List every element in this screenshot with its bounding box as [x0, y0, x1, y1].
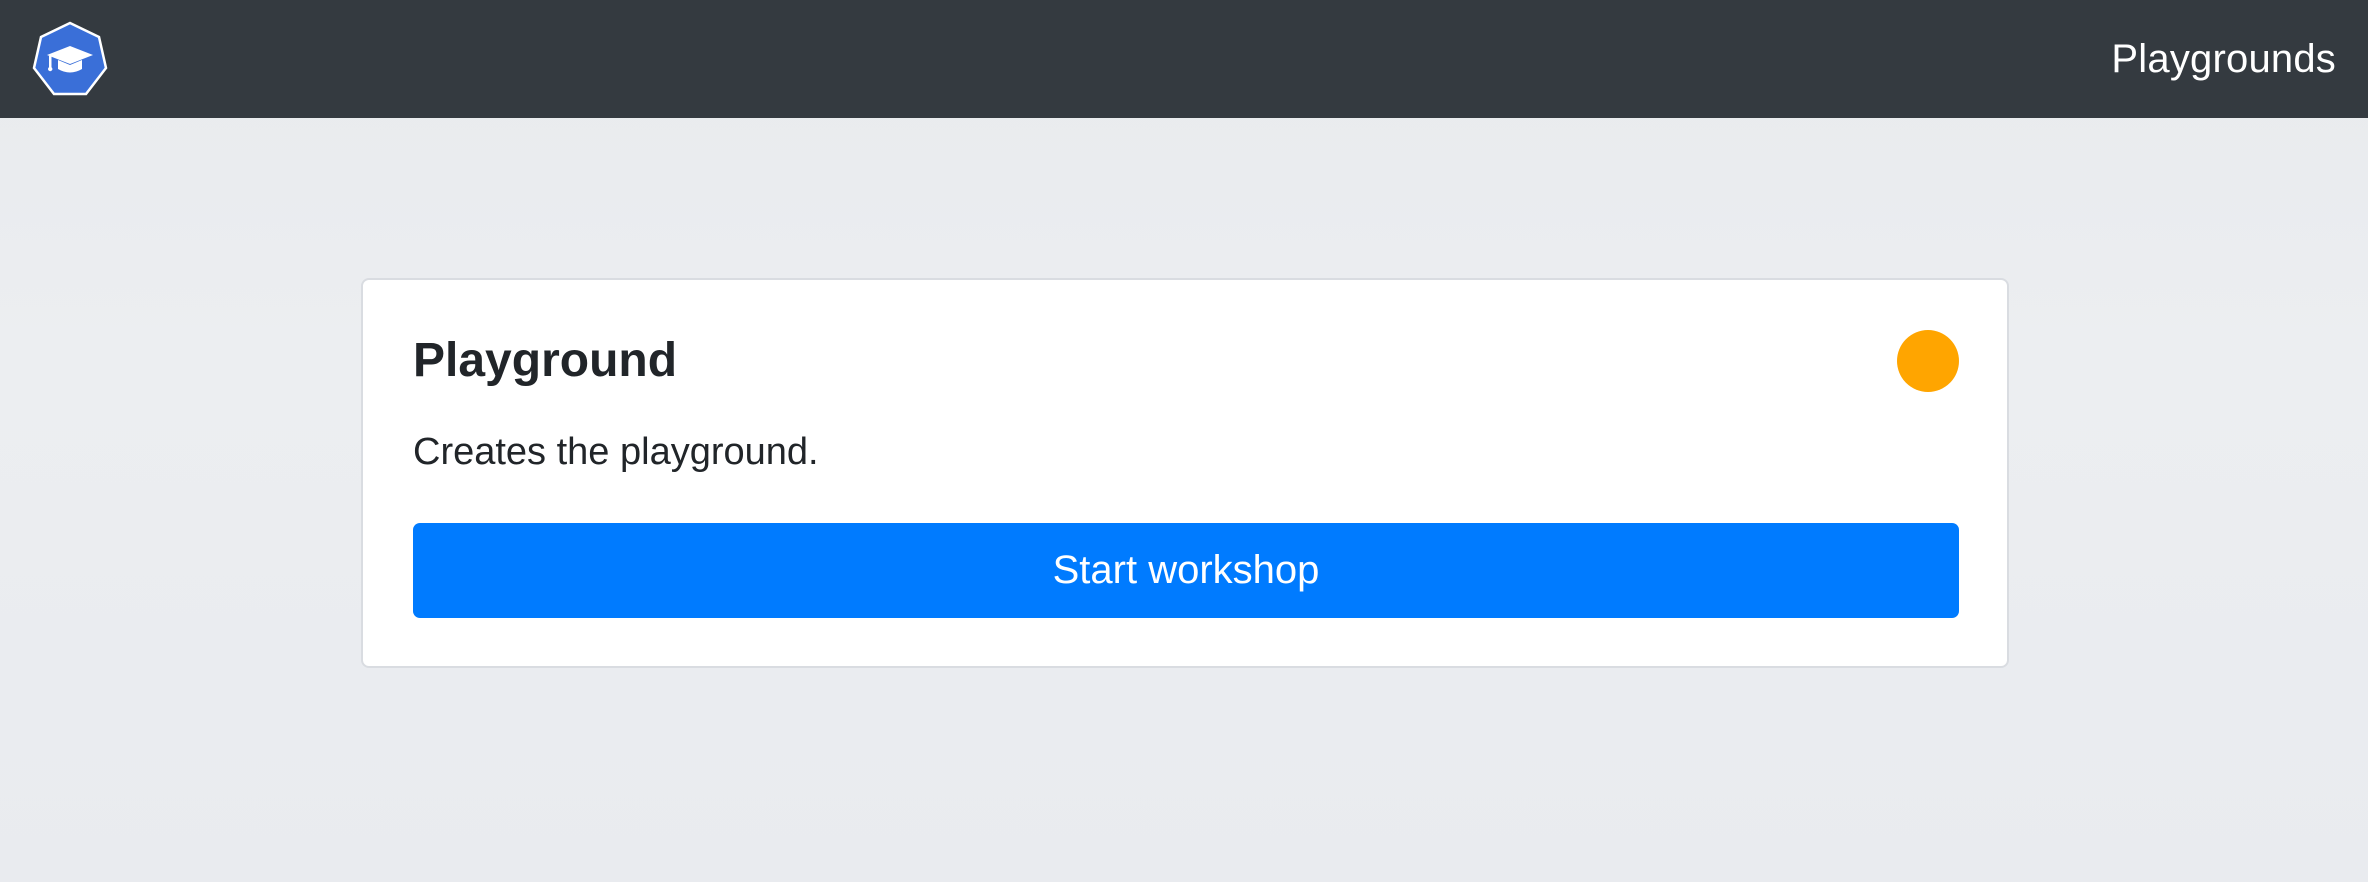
nav-link-playgrounds[interactable]: Playgrounds — [2111, 39, 2336, 79]
playground-card: Playground Creates the playground. Start… — [361, 278, 2009, 668]
card-description: Creates the playground. — [413, 431, 819, 473]
status-indicator — [1897, 330, 1959, 392]
graduation-cap-icon — [32, 21, 108, 96]
top-navbar: Playgrounds — [0, 0, 2368, 118]
home-logo-link[interactable] — [30, 20, 110, 98]
start-workshop-button[interactable]: Start workshop — [413, 523, 1959, 618]
card-title: Playground — [413, 334, 678, 387]
